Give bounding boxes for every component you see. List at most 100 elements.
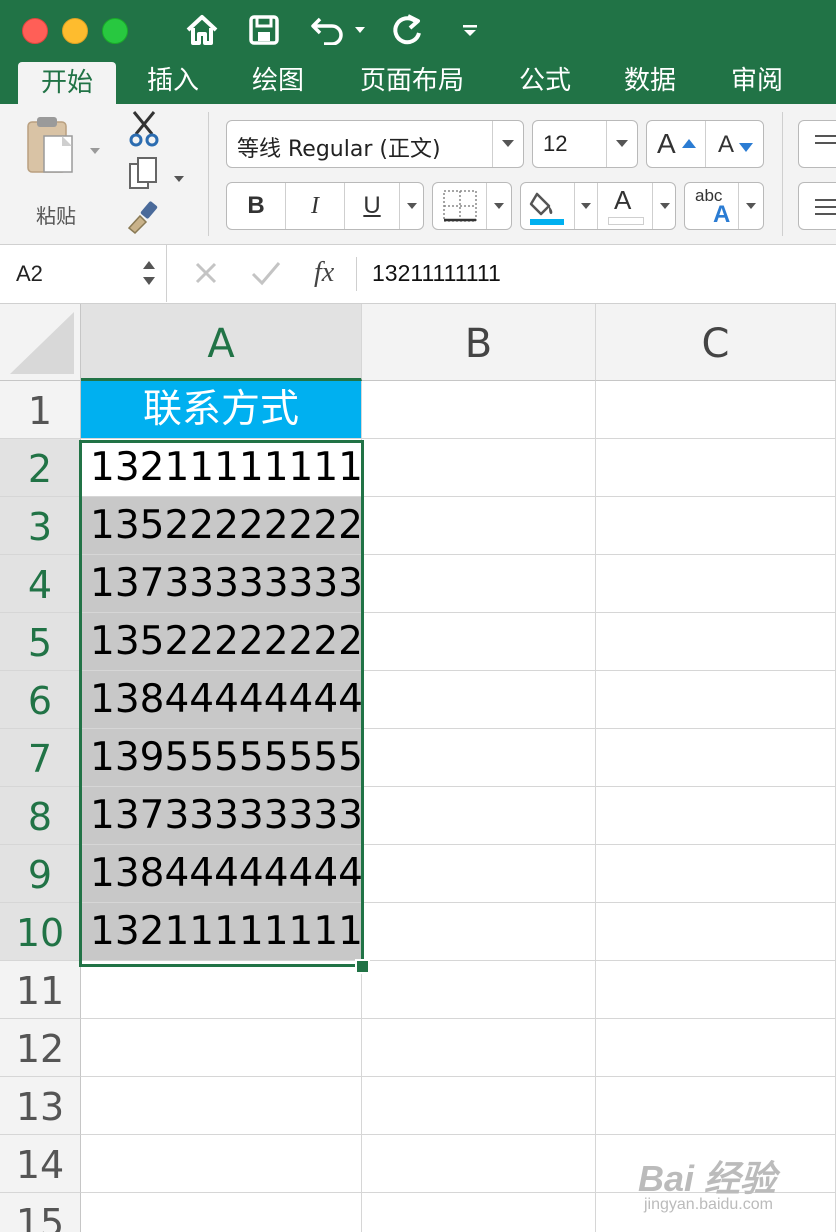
empty-cell[interactable]	[596, 671, 836, 729]
select-all-corner[interactable]	[0, 304, 81, 381]
borders-button[interactable]	[432, 182, 512, 230]
data-cell[interactable]: 13844444444	[81, 671, 362, 729]
copy-dropdown-icon[interactable]	[174, 170, 184, 186]
align-left-button[interactable]	[798, 182, 836, 230]
decrease-font-size-button[interactable]: A	[706, 121, 764, 167]
row-header[interactable]: 3	[0, 497, 81, 555]
data-cell[interactable]: 13522222222	[81, 613, 362, 671]
tab-data[interactable]: 数据	[610, 60, 690, 104]
empty-cell[interactable]	[596, 729, 836, 787]
paste-dropdown-icon[interactable]	[90, 142, 100, 158]
customize-toolbar-icon[interactable]	[460, 12, 480, 48]
underline-button[interactable]: U	[345, 183, 400, 229]
empty-cell[interactable]	[362, 497, 596, 555]
undo-dropdown-icon[interactable]	[352, 12, 368, 48]
italic-button[interactable]: I	[286, 183, 345, 229]
formula-input[interactable]: 13211111111	[362, 245, 836, 302]
empty-cell[interactable]	[596, 1077, 836, 1135]
empty-cell[interactable]	[362, 381, 596, 439]
font-color-button[interactable]: A	[597, 183, 652, 229]
copy-icon[interactable]	[128, 156, 162, 192]
empty-cell[interactable]	[596, 1193, 836, 1232]
tab-draw[interactable]: 绘图	[238, 60, 318, 104]
row-header[interactable]: 12	[0, 1019, 81, 1077]
row-header[interactable]: 11	[0, 961, 81, 1019]
tab-review[interactable]: 审阅	[717, 60, 797, 104]
empty-cell[interactable]	[362, 729, 596, 787]
empty-cell[interactable]	[81, 1135, 362, 1193]
empty-cell[interactable]	[596, 555, 836, 613]
align-top-button[interactable]	[798, 120, 836, 168]
row-header[interactable]: 9	[0, 845, 81, 903]
bold-button[interactable]: B	[227, 183, 286, 229]
data-cell[interactable]: 13844444444	[81, 845, 362, 903]
tab-home[interactable]: 开始	[18, 62, 116, 104]
empty-cell[interactable]	[362, 1077, 596, 1135]
cancel-icon[interactable]	[192, 259, 222, 289]
data-cell[interactable]: 13211111111	[81, 903, 362, 961]
empty-cell[interactable]	[596, 439, 836, 497]
column-header-b[interactable]: B	[362, 304, 596, 381]
row-header[interactable]: 4	[0, 555, 81, 613]
data-cell[interactable]: 13522222222	[81, 497, 362, 555]
empty-cell[interactable]	[362, 903, 596, 961]
empty-cell[interactable]	[596, 1135, 836, 1193]
empty-cell[interactable]	[362, 845, 596, 903]
empty-cell[interactable]	[596, 497, 836, 555]
format-painter-icon[interactable]	[126, 200, 162, 236]
underline-dropdown-icon[interactable]	[400, 183, 424, 229]
row-header[interactable]: 14	[0, 1135, 81, 1193]
increase-font-size-button[interactable]: A	[647, 121, 706, 167]
empty-cell[interactable]	[362, 787, 596, 845]
empty-cell[interactable]	[362, 1019, 596, 1077]
tab-page-layout[interactable]: 页面布局	[352, 60, 472, 104]
zoom-window-button[interactable]	[102, 18, 128, 44]
paste-button[interactable]: 粘贴	[20, 114, 82, 228]
empty-cell[interactable]	[81, 1193, 362, 1232]
empty-cell[interactable]	[362, 613, 596, 671]
empty-cell[interactable]	[596, 613, 836, 671]
undo-icon[interactable]	[308, 12, 348, 48]
tab-insert[interactable]: 插入	[133, 60, 213, 104]
enter-icon[interactable]	[250, 259, 282, 289]
empty-cell[interactable]	[81, 1019, 362, 1077]
empty-cell[interactable]	[81, 1077, 362, 1135]
row-header[interactable]: 2	[0, 439, 81, 497]
empty-cell[interactable]	[596, 961, 836, 1019]
insert-function-button[interactable]: fx	[310, 253, 350, 293]
data-cell[interactable]: 13733333333	[81, 787, 362, 845]
empty-cell[interactable]	[596, 787, 836, 845]
tab-formulas[interactable]: 公式	[505, 60, 585, 104]
empty-cell[interactable]	[362, 671, 596, 729]
data-cell[interactable]: 13211111111	[81, 439, 362, 497]
empty-cell[interactable]	[362, 555, 596, 613]
stepper-icon[interactable]	[142, 255, 156, 291]
fill-color-dropdown-icon[interactable]	[574, 183, 597, 229]
empty-cell[interactable]	[596, 381, 836, 439]
font-color-dropdown-icon[interactable]	[652, 183, 677, 229]
data-cell[interactable]: 13955555555	[81, 729, 362, 787]
data-cell[interactable]: 13733333333	[81, 555, 362, 613]
empty-cell[interactable]	[596, 845, 836, 903]
column-header-a[interactable]: A	[81, 304, 362, 381]
redo-icon[interactable]	[388, 12, 428, 48]
close-window-button[interactable]	[22, 18, 48, 44]
header-cell[interactable]: 联系方式	[81, 381, 362, 439]
row-header[interactable]: 15	[0, 1193, 81, 1232]
font-name-select[interactable]: 等线 Regular (正文)	[226, 120, 524, 168]
row-header[interactable]: 6	[0, 671, 81, 729]
cut-icon[interactable]	[128, 110, 162, 150]
row-header[interactable]: 7	[0, 729, 81, 787]
empty-cell[interactable]	[81, 961, 362, 1019]
empty-cell[interactable]	[362, 961, 596, 1019]
row-header[interactable]: 8	[0, 787, 81, 845]
row-header[interactable]: 1	[0, 381, 81, 439]
fill-handle[interactable]	[355, 959, 370, 974]
home-icon[interactable]	[184, 12, 220, 48]
row-header[interactable]: 13	[0, 1077, 81, 1135]
fill-color-button[interactable]	[521, 183, 573, 229]
empty-cell[interactable]	[362, 439, 596, 497]
name-box[interactable]: A2	[0, 245, 167, 302]
font-size-select[interactable]: 12	[532, 120, 638, 168]
phonetic-guide-button[interactable]: abc A	[684, 182, 764, 230]
